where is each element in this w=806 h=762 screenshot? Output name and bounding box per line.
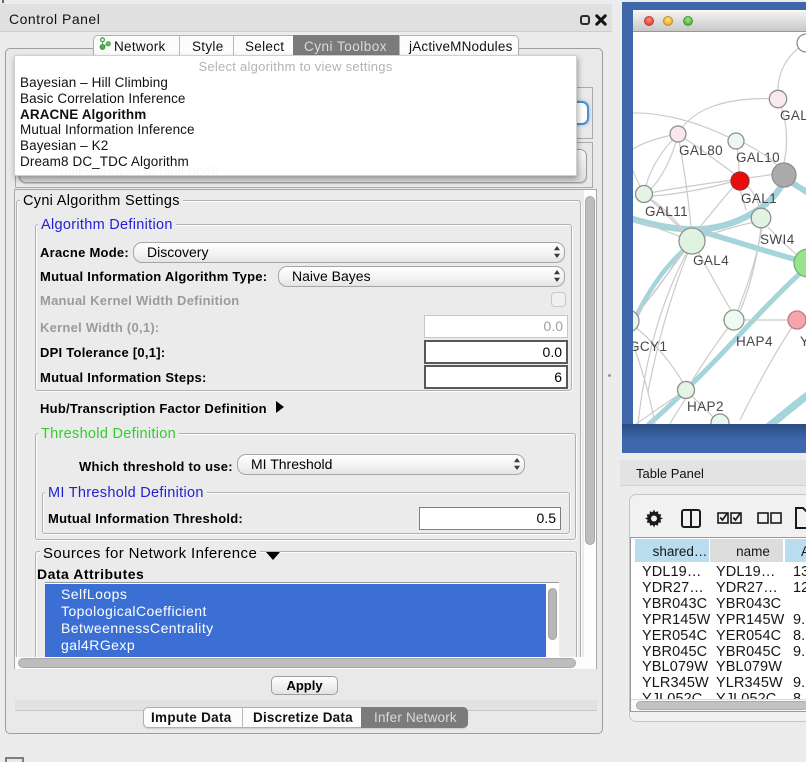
svg-text:GAL: GAL [780,108,806,123]
svg-text:GAL1: GAL1 [741,191,777,206]
svg-text:GAL11: GAL11 [645,204,688,219]
svg-text:HAP2: HAP2 [687,399,724,414]
svg-text:SWI4: SWI4 [760,232,795,247]
svg-text:GCY1: GCY1 [633,339,667,354]
svg-text:GAL10: GAL10 [736,150,780,165]
svg-text:GAL80: GAL80 [679,143,723,158]
svg-text:Y: Y [800,334,806,349]
svg-text:GAL4: GAL4 [693,253,729,268]
svg-text:HAP4: HAP4 [736,334,773,349]
